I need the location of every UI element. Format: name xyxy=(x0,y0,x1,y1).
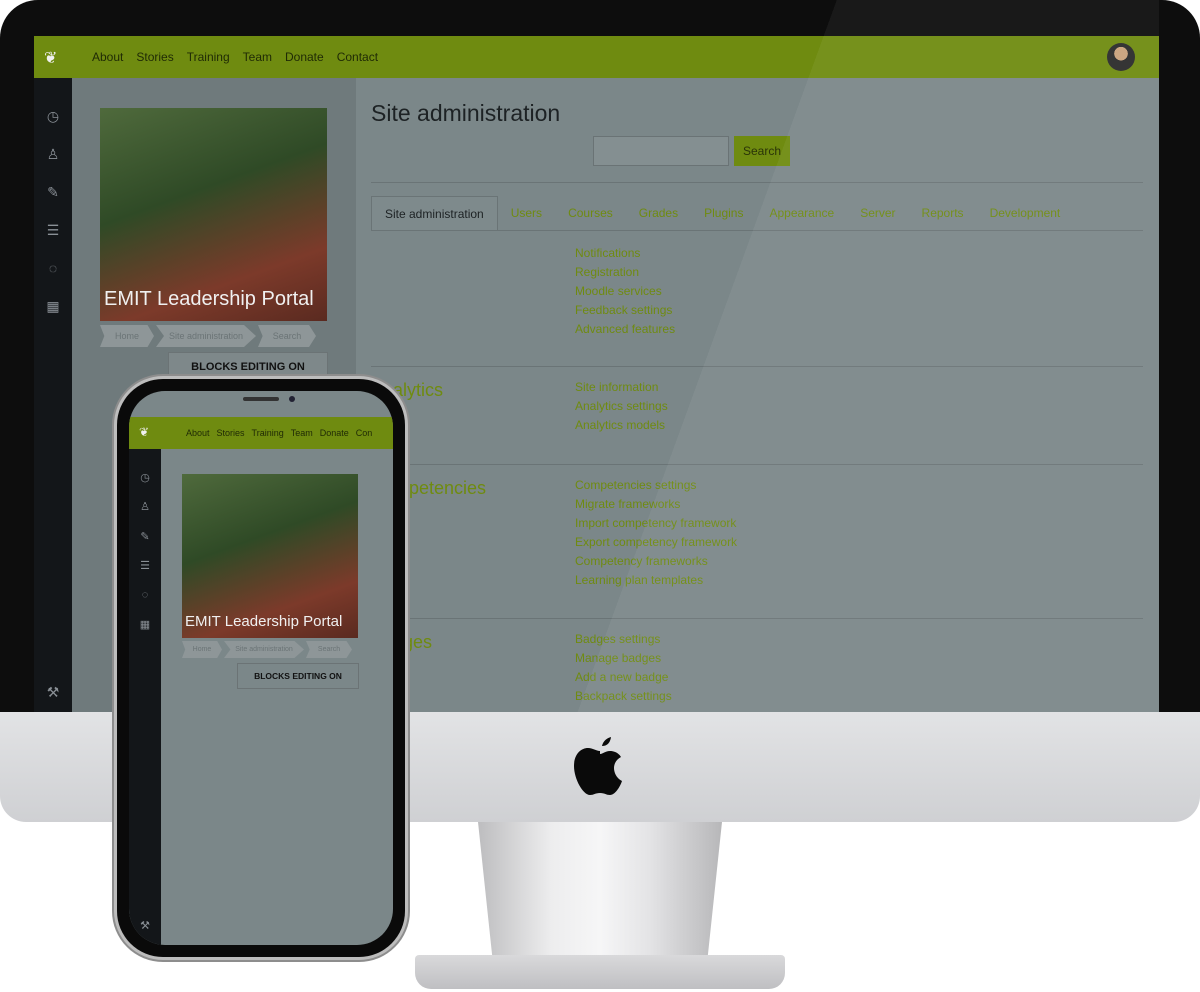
phone-speaker xyxy=(243,397,279,401)
phone-sidebar: ◷ ♙ ✎ ☰ ◌ ▦ ⚒ xyxy=(129,449,161,945)
wrench-icon[interactable]: ⚒ xyxy=(138,919,152,932)
link-analytics-models[interactable]: Analytics models xyxy=(575,416,668,435)
phone-nav-training[interactable]: Training xyxy=(252,428,284,438)
top-navbar: ❦ About Stories Training Team Donate Con… xyxy=(34,36,1159,78)
nav-training[interactable]: Training xyxy=(187,50,230,64)
phone-portal-title: EMIT Leadership Portal xyxy=(185,613,343,630)
admin-tabs: Site administration Users Courses Grades… xyxy=(371,196,1074,231)
phone-nav-donate[interactable]: Donate xyxy=(320,428,349,438)
divider xyxy=(371,618,1143,619)
portal-banner-image: EMIT Leadership Portal xyxy=(100,108,327,321)
analytics-links: Site information Analytics settings Anal… xyxy=(575,378,668,435)
phone-nav-contact[interactable]: Con xyxy=(356,428,373,438)
badges-links: Badges settings Manage badges Add a new … xyxy=(575,630,672,706)
sidebar: ◷ ♙ ✎ ☰ ◌ ▦ ⚒ xyxy=(34,78,72,712)
divider xyxy=(371,230,1143,231)
phone-portal-banner-image: EMIT Leadership Portal xyxy=(182,474,358,638)
link-feedback-settings[interactable]: Feedback settings xyxy=(575,301,675,320)
imac-stand-base xyxy=(415,955,785,989)
link-analytics-settings[interactable]: Analytics settings xyxy=(575,397,668,416)
phone-camera xyxy=(289,396,295,402)
blocks-editing-button[interactable]: BLOCKS EDITING ON xyxy=(168,352,328,382)
calendar-icon[interactable]: ▦ xyxy=(45,298,61,314)
portal-title: EMIT Leadership Portal xyxy=(104,288,314,310)
search-button[interactable]: Search xyxy=(734,136,790,166)
tab-grades[interactable]: Grades xyxy=(626,196,691,230)
phone-screen: ❦ About Stories Training Team Donate Con… xyxy=(129,391,393,945)
divider xyxy=(371,464,1143,465)
breadcrumb-site-admin[interactable]: Site administration xyxy=(156,325,256,347)
breadcrumb: Home Site administration Search xyxy=(100,325,318,347)
wrench-icon[interactable]: ⚒ xyxy=(45,684,61,700)
tab-development[interactable]: Development xyxy=(977,196,1074,230)
dashboard-icon[interactable]: ◷ xyxy=(138,471,152,484)
link-backpack-settings[interactable]: Backpack settings xyxy=(575,687,672,706)
phone-nav-team[interactable]: Team xyxy=(291,428,313,438)
phone-top-navbar: ❦ About Stories Training Team Donate Con xyxy=(129,417,393,449)
link-migrate-frameworks[interactable]: Migrate frameworks xyxy=(575,495,737,514)
nav-contact[interactable]: Contact xyxy=(337,50,378,64)
chat-icon[interactable]: ◌ xyxy=(138,589,152,601)
link-badges-settings[interactable]: Badges settings xyxy=(575,630,672,649)
phone-blocks-editing-button[interactable]: BLOCKS EDITING ON xyxy=(237,663,359,689)
list-icon[interactable]: ☰ xyxy=(138,559,152,572)
link-export-framework[interactable]: Export competency framework xyxy=(575,533,737,552)
tab-appearance[interactable]: Appearance xyxy=(756,196,847,230)
nav-team[interactable]: Team xyxy=(243,50,272,64)
general-links: Notifications Registration Moodle servic… xyxy=(575,244,675,339)
phone-main-nav: About Stories Training Team Donate Con xyxy=(186,417,372,449)
link-manage-badges[interactable]: Manage badges xyxy=(575,649,672,668)
main-nav: About Stories Training Team Donate Conta… xyxy=(92,36,378,78)
tab-users[interactable]: Users xyxy=(498,196,555,230)
link-learning-plan-templates[interactable]: Learning plan templates xyxy=(575,571,737,590)
link-notifications[interactable]: Notifications xyxy=(575,244,675,263)
list-icon[interactable]: ☰ xyxy=(45,222,61,238)
breadcrumb-search[interactable]: Search xyxy=(258,325,316,347)
phone-nav-about[interactable]: About xyxy=(186,428,210,438)
breadcrumb-home[interactable]: Home xyxy=(100,325,154,347)
link-add-new-badge[interactable]: Add a new badge xyxy=(575,668,672,687)
phone-breadcrumb-home[interactable]: Home xyxy=(182,641,222,658)
calendar-icon[interactable]: ▦ xyxy=(138,618,152,631)
link-site-information[interactable]: Site information xyxy=(575,378,668,397)
edit-icon[interactable]: ✎ xyxy=(45,184,61,200)
link-registration[interactable]: Registration xyxy=(575,263,675,282)
apple-logo-icon xyxy=(574,737,622,795)
user-icon[interactable]: ♙ xyxy=(138,500,152,513)
divider xyxy=(371,182,1143,183)
tab-reports[interactable]: Reports xyxy=(909,196,977,230)
link-import-framework[interactable]: Import competency framework xyxy=(575,514,737,533)
link-moodle-services[interactable]: Moodle services xyxy=(575,282,675,301)
avatar[interactable] xyxy=(1107,43,1135,71)
tab-plugins[interactable]: Plugins xyxy=(691,196,756,230)
search-input[interactable] xyxy=(593,136,729,166)
tab-server[interactable]: Server xyxy=(847,196,908,230)
link-competencies-settings[interactable]: Competencies settings xyxy=(575,476,737,495)
main-content: Site administration Search Site administ… xyxy=(356,78,1159,712)
iphone-device: ❦ About Stories Training Team Donate Con… xyxy=(117,379,405,957)
phone-breadcrumb-site-admin[interactable]: Site administration xyxy=(224,641,304,658)
phone-breadcrumb: Home Site administration Search xyxy=(182,641,354,658)
divider xyxy=(371,366,1143,367)
feather-icon[interactable]: ❦ xyxy=(44,48,57,68)
nav-about[interactable]: About xyxy=(92,50,123,64)
dashboard-icon[interactable]: ◷ xyxy=(45,108,61,124)
feather-icon[interactable]: ❦ xyxy=(139,425,149,439)
nav-stories[interactable]: Stories xyxy=(136,50,173,64)
competencies-links: Competencies settings Migrate frameworks… xyxy=(575,476,737,590)
phone-breadcrumb-search[interactable]: Search xyxy=(306,641,352,658)
edit-icon[interactable]: ✎ xyxy=(138,530,152,543)
user-icon[interactable]: ♙ xyxy=(45,146,61,162)
link-advanced-features[interactable]: Advanced features xyxy=(575,320,675,339)
page-title: Site administration xyxy=(371,100,561,126)
tab-courses[interactable]: Courses xyxy=(555,196,626,230)
tab-site-administration[interactable]: Site administration xyxy=(371,196,498,231)
nav-donate[interactable]: Donate xyxy=(285,50,324,64)
imac-stand xyxy=(478,822,722,960)
chat-icon[interactable]: ◌ xyxy=(45,260,61,276)
phone-nav-stories[interactable]: Stories xyxy=(217,428,245,438)
link-competency-frameworks[interactable]: Competency frameworks xyxy=(575,552,737,571)
